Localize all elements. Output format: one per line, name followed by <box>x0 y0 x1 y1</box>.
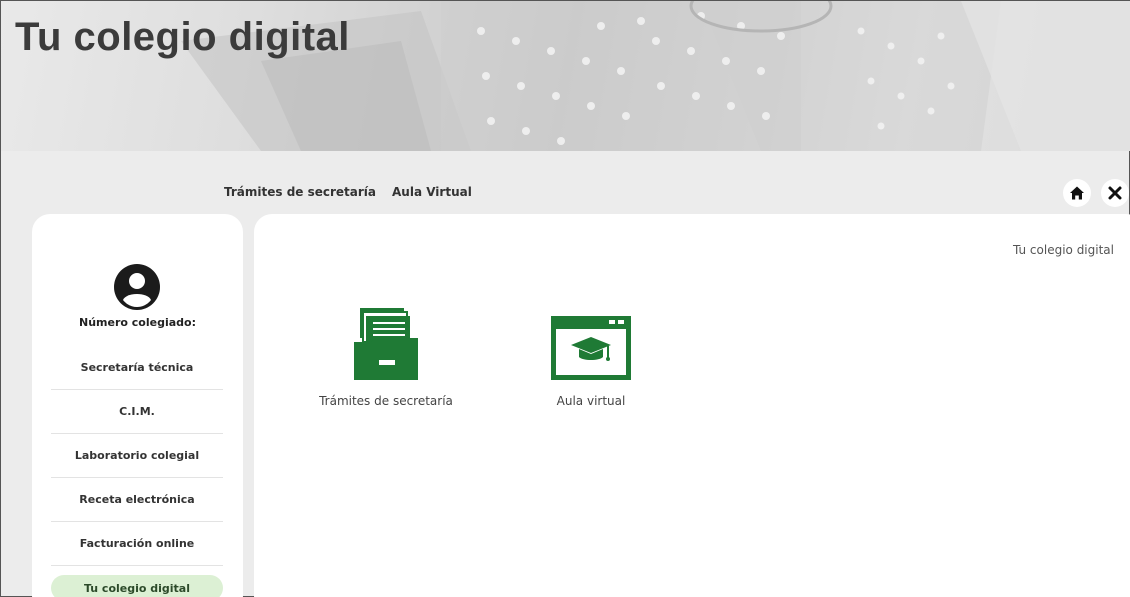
graduation-cap-icon <box>551 316 631 380</box>
close-button[interactable] <box>1101 179 1129 207</box>
breadcrumb: Tu colegio digital <box>1013 243 1114 257</box>
user-circle-icon <box>114 264 160 310</box>
tile-aula-label: Aula virtual <box>556 394 626 408</box>
home-icon <box>1070 186 1084 200</box>
sidebar-item-receta-electronica[interactable]: Receta electrónica <box>51 478 223 522</box>
tile-tramites-label: Trámites de secretaría <box>319 394 453 408</box>
nav-link-aula-virtual[interactable]: Aula Virtual <box>392 185 472 199</box>
numero-colegiado-label: Número colegiado: <box>79 316 196 329</box>
tile-aula-virtual[interactable]: Aula virtual <box>516 314 666 408</box>
nav-link-tramites[interactable]: Trámites de secretaría <box>224 185 376 199</box>
sidebar-item-facturacion-online[interactable]: Facturación online <box>51 522 223 566</box>
banner-title: Tu colegio digital <box>15 15 350 59</box>
top-navigation: Trámites de secretaría Aula Virtual <box>224 185 472 199</box>
tile-tramites-secretaria[interactable]: Trámites de secretaría <box>291 306 481 408</box>
close-icon <box>1108 186 1122 200</box>
document-folder-icon <box>354 308 418 380</box>
sidebar: Número colegiado: Secretaría técnica C.I… <box>32 214 243 597</box>
sidebar-item-laboratorio-colegial[interactable]: Laboratorio colegial <box>51 434 223 478</box>
home-button[interactable] <box>1063 179 1091 207</box>
sidebar-item-cim[interactable]: C.I.M. <box>51 390 223 434</box>
sidebar-menu: Secretaría técnica C.I.M. Laboratorio co… <box>51 346 223 597</box>
sidebar-item-tu-colegio-digital[interactable]: Tu colegio digital <box>51 575 223 597</box>
main-panel: Tu colegio digital Trámites de secretarí… <box>254 214 1130 597</box>
sidebar-item-secretaria-tecnica[interactable]: Secretaría técnica <box>51 346 223 390</box>
header-banner: Tu colegio digital <box>1 1 1130 151</box>
